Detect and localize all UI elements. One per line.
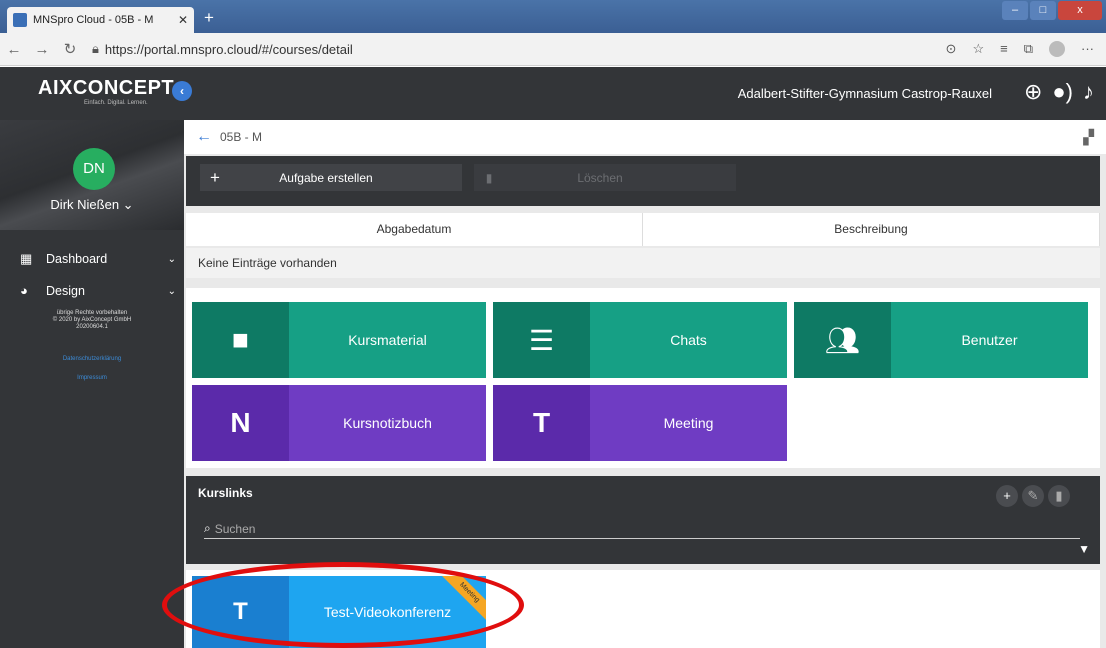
back-arrow-icon[interactable]: ← — [196, 128, 212, 146]
forward-arrow-icon[interactable]: → — [28, 41, 56, 58]
minimize-button[interactable]: – — [1002, 1, 1028, 20]
favicon-icon — [13, 13, 27, 27]
search-icon: ⌕ — [204, 521, 211, 535]
layout-grid-icon[interactable]: ▞ — [1083, 129, 1094, 146]
announce-icon[interactable]: ●) — [1052, 79, 1073, 105]
sidebar-item-design[interactable]: ◕ Design ⌄ — [0, 276, 184, 306]
collapse-sidebar-button[interactable]: ‹ — [172, 81, 192, 101]
plus-icon: + — [210, 167, 220, 187]
user-menu[interactable]: Dirk Nießen ⌄ — [0, 197, 184, 213]
tile-meeting[interactable]: T Meeting — [493, 385, 787, 461]
teams-icon: T — [493, 385, 590, 461]
avatar[interactable]: DN — [73, 148, 115, 190]
app-header: AIXCONCEPT Einfach. Digital. Lernen. ‹ A… — [0, 67, 1106, 120]
expand-arrow-icon[interactable]: ▼ — [1078, 542, 1090, 556]
tile-label: Chats — [670, 332, 707, 348]
header-icons: ⊕ ●) ♪ — [1024, 79, 1094, 105]
collections-icon[interactable]: ⧉ — [1024, 41, 1033, 57]
maximize-button[interactable]: □ — [1030, 1, 1056, 20]
column-header-due-date[interactable]: Abgabedatum — [186, 213, 643, 246]
tab-title: MNSpro Cloud - 05B - M — [33, 14, 154, 26]
browser-titlebar: MNSpro Cloud - 05B - M ✕ + – □ x — [0, 0, 1106, 33]
bell-icon[interactable]: ♪ — [1083, 79, 1094, 105]
refresh-icon[interactable]: ↻ — [56, 40, 84, 58]
breadcrumb-course: 05B - M — [220, 130, 263, 144]
tile-chats[interactable]: ☰ Chats — [493, 302, 787, 378]
sidebar: DN Dirk Nießen ⌄ ▦ Dashboard ⌄ ◕ Design … — [0, 120, 184, 648]
course-tiles: ■ Kursmaterial ☰ Chats 👥︎ Benutzer N Kur… — [186, 288, 1100, 468]
delete-link-button[interactable]: ▮ — [1048, 485, 1070, 507]
reader-icon[interactable]: ⊙ — [946, 41, 957, 57]
users-icon: 👥︎ — [794, 302, 891, 378]
favorites-list-icon[interactable]: ≡ — [1000, 41, 1008, 57]
create-task-button[interactable]: + Aufgabe erstellen — [200, 164, 462, 191]
highlight-ellipse — [162, 562, 524, 648]
browser-tools: ⊙ ☆ ≡ ⧉ ··· — [946, 41, 1094, 57]
sidebar-item-label: Design — [46, 284, 85, 298]
sidebar-item-dashboard[interactable]: ▦ Dashboard ⌄ — [0, 244, 184, 274]
link-search: ⌕ — [204, 519, 1080, 539]
school-name: Adalbert-Stifter-Gymnasium Castrop-Rauxe… — [737, 86, 992, 101]
empty-table-message: Keine Einträge vorhanden — [186, 248, 1100, 278]
globe-icon[interactable]: ⊕ — [1024, 79, 1042, 105]
favorite-star-icon[interactable]: ☆ — [972, 41, 984, 57]
browser-tab[interactable]: MNSpro Cloud - 05B - M ✕ — [7, 7, 194, 33]
sidebar-item-label: Dashboard — [46, 252, 108, 266]
lock-icon: 🔒︎ — [92, 41, 99, 56]
new-tab-button[interactable]: + — [199, 9, 219, 29]
course-links-panel: Kurslinks + ✎ ▮ ⌕ ▼ — [186, 476, 1100, 564]
back-arrow-icon[interactable]: ← — [0, 41, 28, 58]
chevron-down-icon: ⌄ — [167, 285, 176, 297]
edit-link-button[interactable]: ✎ — [1022, 485, 1044, 507]
delete-label: Löschen — [577, 170, 623, 185]
chevron-down-icon: ⌄ — [167, 253, 176, 265]
dashboard-icon: ▦ — [20, 251, 33, 266]
task-table-header: Abgabedatum Beschreibung — [186, 213, 1100, 246]
app-window: MNSpro Cloud - 05B - M ✕ + – □ x ← → ↻ 🔒… — [0, 0, 1106, 648]
logo-tagline: Einfach. Digital. Lernen. — [84, 100, 148, 106]
search-input[interactable] — [214, 521, 1080, 536]
profile-area: DN Dirk Nießen ⌄ — [0, 120, 184, 230]
more-menu-icon[interactable]: ··· — [1081, 41, 1094, 57]
task-toolbar: + Aufgabe erstellen ▮ Löschen — [186, 156, 1100, 206]
course-links-title: Kurslinks — [198, 486, 253, 500]
trash-icon: ▮ — [485, 170, 493, 185]
copyright-text: übrige Rechte vorbehalten © 2020 by AixC… — [0, 310, 184, 331]
breadcrumb: ← 05B - M ▞ — [184, 120, 1106, 154]
tab-close-icon[interactable]: ✕ — [178, 13, 188, 27]
onenote-icon: N — [192, 385, 289, 461]
tile-benutzer[interactable]: 👥︎ Benutzer — [794, 302, 1088, 378]
tile-kursmaterial[interactable]: ■ Kursmaterial — [192, 302, 486, 378]
chat-icon: ☰ — [493, 302, 590, 378]
privacy-link[interactable]: Datenschutzerklärung — [0, 356, 184, 362]
logo[interactable]: AIXCONCEPT — [38, 77, 174, 100]
tile-kursnotizbuch[interactable]: N Kursnotizbuch — [192, 385, 486, 461]
copyright-line: übrige Rechte vorbehalten — [56, 310, 128, 316]
palette-icon: ◕ — [20, 283, 28, 298]
address-bar: ← → ↻ 🔒︎ https://portal.mnspro.cloud/#/c… — [0, 33, 1106, 66]
folder-icon: ■ — [192, 302, 289, 378]
tile-label: Kursnotizbuch — [343, 415, 432, 431]
add-link-button[interactable]: + — [996, 485, 1018, 507]
window-controls: – □ x — [1000, 1, 1102, 20]
tile-label: Kursmaterial — [348, 332, 427, 348]
window-close-button[interactable]: x — [1058, 1, 1102, 20]
create-task-label: Aufgabe erstellen — [279, 170, 373, 185]
tile-label: Meeting — [663, 415, 714, 431]
copyright-line: © 2020 by AixConcept GmbH — [52, 317, 132, 323]
column-header-description[interactable]: Beschreibung — [643, 213, 1100, 246]
tile-label: Benutzer — [961, 332, 1018, 348]
copyright-line: 20200604.1 — [76, 324, 108, 330]
delete-button[interactable]: ▮ Löschen — [474, 164, 736, 191]
url-field[interactable]: https://portal.mnspro.cloud/#/courses/de… — [105, 42, 946, 57]
profile-avatar-icon[interactable] — [1049, 41, 1065, 57]
imprint-link[interactable]: Impressum — [0, 375, 184, 381]
